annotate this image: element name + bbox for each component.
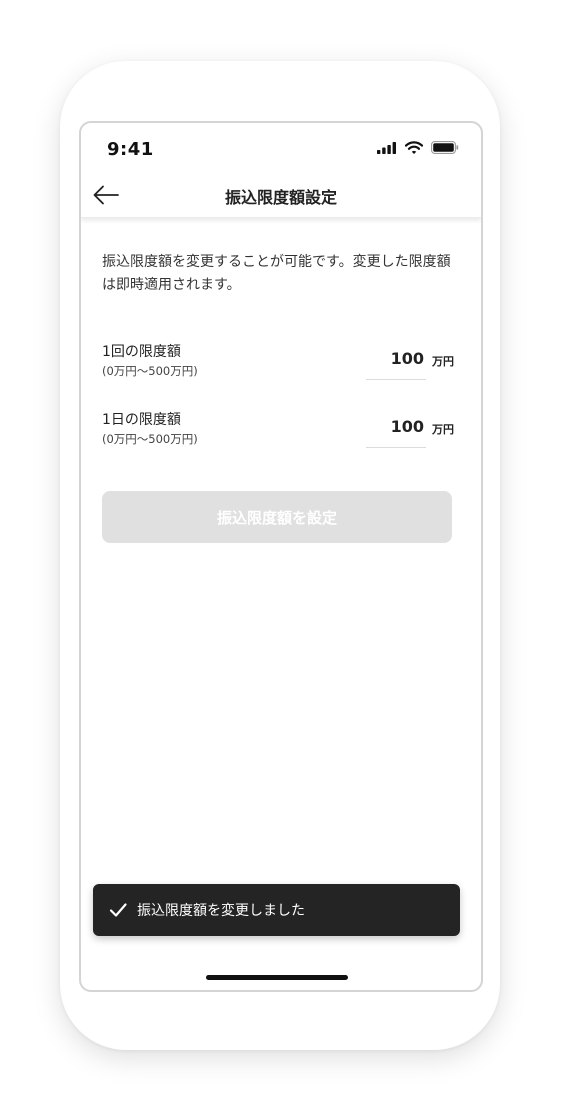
description-text: 振込限度額を変更することが可能です。変更した限度額は即時適用されます。 xyxy=(102,254,451,293)
daily-limit-range: (0万円〜500万円) xyxy=(102,432,198,446)
daily-limit-input[interactable]: 100 万円 xyxy=(364,413,454,449)
set-limit-button[interactable]: 振込限度額を設定 xyxy=(102,491,452,543)
status-time: 9:41 xyxy=(107,139,154,160)
per-transfer-limit-value: 100 xyxy=(390,349,424,368)
toast-message: 振込限度額を変更しました xyxy=(137,903,305,919)
signal-icon xyxy=(377,141,396,154)
home-indicator[interactable] xyxy=(206,975,348,980)
daily-limit-unit: 万円 xyxy=(432,423,454,436)
input-underline xyxy=(366,379,426,380)
wifi-icon xyxy=(405,141,423,154)
device-screen: 9:41 振込限度額設定 振込限度額を変更することが可能です。変更した限度額は即… xyxy=(79,121,483,992)
daily-limit-label: 1日の限度額 xyxy=(102,412,181,428)
status-icons xyxy=(377,141,459,154)
daily-limit-value: 100 xyxy=(390,417,424,436)
per-transfer-limit-input[interactable]: 100 万円 xyxy=(364,345,454,381)
toast-notification: 振込限度額を変更しました xyxy=(93,884,460,936)
daily-limit-row: 1日の限度額 (0万円〜500万円) 100 万円 xyxy=(102,409,454,453)
per-transfer-limit-unit: 万円 xyxy=(432,355,454,368)
per-transfer-limit-range: (0万円〜500万円) xyxy=(102,364,198,378)
check-icon xyxy=(109,903,127,917)
status-bar: 9:41 xyxy=(81,123,481,175)
input-underline xyxy=(366,447,426,448)
page-title: 振込限度額設定 xyxy=(224,188,337,207)
per-transfer-limit-row: 1回の限度額 (0万円〜500万円) 100 万円 xyxy=(102,341,454,385)
battery-icon xyxy=(431,141,459,154)
navigation-bar: 振込限度額設定 xyxy=(81,175,481,218)
per-transfer-limit-label: 1回の限度額 xyxy=(102,344,181,360)
